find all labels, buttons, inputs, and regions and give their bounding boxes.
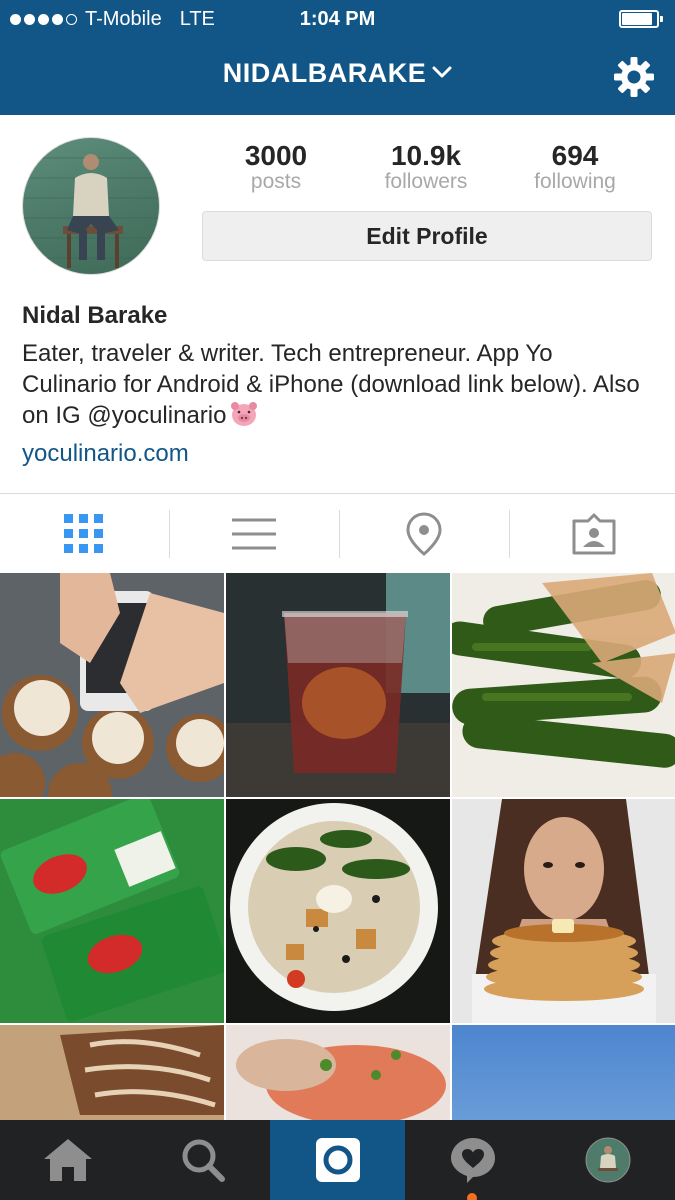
app-header: T-Mobile LTE 1:04 PM NIDALBARAKE [0, 0, 675, 115]
nav-profile[interactable] [540, 1120, 675, 1200]
home-icon [43, 1139, 92, 1181]
photo-thumbnail[interactable] [0, 799, 224, 1023]
location-pin-icon [406, 512, 442, 556]
photo-thumbnail[interactable] [0, 1025, 224, 1120]
list-icon [232, 518, 276, 550]
chevron-down-icon [432, 66, 452, 78]
notification-dot [467, 1193, 477, 1200]
tab-tagged[interactable] [510, 494, 675, 574]
profile-stats: 3000 posts 10.9k followers 694 following [200, 140, 652, 200]
posts-label: posts [250, 170, 302, 193]
status-bar: T-Mobile LTE 1:04 PM [0, 0, 675, 38]
photo-grid [0, 573, 675, 1120]
posts-count: 3000 [244, 140, 308, 171]
tab-location[interactable] [340, 494, 508, 574]
profile-bio: Eater, traveler & writer. Tech entrepren… [22, 338, 652, 431]
tagged-person-icon [572, 513, 616, 555]
bio-text: Eater, traveler & writer. Tech entrepren… [22, 340, 640, 429]
edit-profile-button[interactable]: Edit Profile [202, 211, 652, 261]
photo-thumbnail[interactable] [452, 1025, 675, 1120]
bottom-navigation [0, 1120, 675, 1200]
nav-camera[interactable] [270, 1120, 405, 1200]
posts-stat[interactable]: 3000 posts [206, 140, 346, 194]
activity-heart-icon [450, 1138, 495, 1183]
followers-stat[interactable]: 10.9k followers [356, 140, 496, 194]
status-time: 1:04 PM [299, 8, 376, 30]
avatar-photo [23, 154, 159, 268]
following-stat[interactable]: 694 following [505, 140, 645, 194]
photo-thumbnail[interactable] [452, 799, 675, 1023]
search-icon [182, 1139, 225, 1182]
profile-avatar[interactable] [22, 137, 160, 275]
username-title: NIDALBARAKE [222, 58, 427, 88]
profile-view-tabs [0, 493, 675, 573]
grid-icon [64, 514, 103, 553]
tab-grid[interactable] [0, 494, 168, 574]
photo-thumbnail[interactable] [226, 573, 450, 797]
camera-icon [315, 1138, 360, 1182]
website-link[interactable]: yoculinario.com [22, 440, 189, 468]
pig-face-icon [231, 402, 258, 426]
profile-name: Nidal Barake [22, 302, 168, 329]
photo-thumbnail[interactable] [0, 573, 224, 797]
battery-icon [619, 10, 663, 28]
photo-thumbnail[interactable] [226, 1025, 450, 1120]
gear-icon[interactable] [613, 56, 655, 98]
following-label: following [534, 170, 616, 193]
tab-list[interactable] [170, 494, 338, 574]
followers-count: 10.9k [390, 140, 462, 171]
following-count: 694 [551, 140, 599, 171]
nav-activity[interactable] [405, 1120, 540, 1200]
photo-thumbnail[interactable] [452, 573, 675, 797]
username-switcher[interactable]: NIDALBARAKE [0, 58, 675, 89]
nav-home[interactable] [0, 1120, 135, 1200]
photo-thumbnail[interactable] [226, 799, 450, 1023]
followers-label: followers [384, 170, 468, 193]
nav-search[interactable] [135, 1120, 270, 1200]
profile-avatar [585, 1137, 630, 1183]
